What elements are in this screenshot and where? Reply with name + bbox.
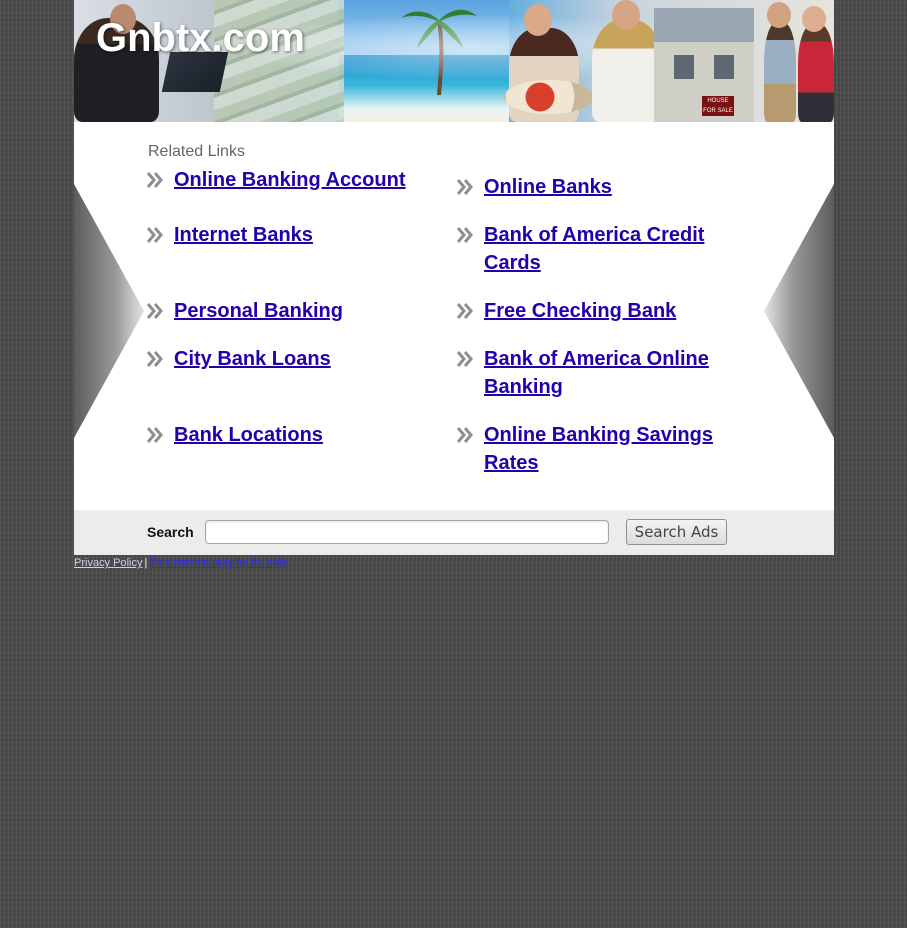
banner-house-window bbox=[714, 55, 734, 79]
banner-person-couple bbox=[764, 22, 796, 122]
double-chevron-right-icon bbox=[146, 427, 163, 443]
banner-person-couple bbox=[798, 24, 834, 122]
double-chevron-right-icon bbox=[456, 303, 473, 319]
footer: Privacy Policy | This domain may be for sa… bbox=[74, 556, 834, 570]
related-link[interactable]: Bank of America Online Banking bbox=[484, 345, 720, 401]
banner-person-face bbox=[524, 4, 552, 36]
related-link[interactable]: Personal Banking bbox=[174, 297, 410, 325]
related-link[interactable]: Online Banks bbox=[484, 173, 720, 201]
banner-house-window bbox=[674, 55, 694, 79]
side-arrow-decor-left bbox=[74, 184, 144, 438]
related-link[interactable]: Bank of America Credit Cards bbox=[484, 221, 720, 277]
privacy-policy-link[interactable]: Privacy Policy bbox=[74, 557, 142, 569]
double-chevron-right-icon bbox=[456, 427, 473, 443]
page-wrapper: HOUSE FOR SALE Gnbtx.com Related Links O… bbox=[74, 0, 834, 570]
double-chevron-right-icon bbox=[456, 227, 473, 243]
double-chevron-right-icon bbox=[146, 351, 163, 367]
double-chevron-right-icon bbox=[456, 351, 473, 367]
related-links-heading: Related Links bbox=[148, 143, 245, 160]
for-sale-sign: HOUSE FOR SALE bbox=[702, 96, 734, 116]
side-arrow-decor-right bbox=[764, 184, 834, 438]
header-banner: HOUSE FOR SALE Gnbtx.com bbox=[74, 0, 834, 122]
search-ads-button[interactable]: Search Ads bbox=[626, 519, 727, 545]
double-chevron-right-icon bbox=[146, 227, 163, 243]
banner-person-dining bbox=[592, 20, 662, 122]
related-links-panel: Related Links Online Banking Account Onl… bbox=[74, 122, 834, 510]
related-link[interactable]: Internet Banks bbox=[174, 221, 410, 249]
related-link[interactable]: Free Checking Bank bbox=[484, 297, 720, 325]
banner-person-face bbox=[802, 6, 826, 32]
related-link[interactable]: Online Banking Account bbox=[174, 166, 410, 194]
related-link[interactable]: Bank Locations bbox=[174, 421, 410, 449]
search-label: Search bbox=[147, 524, 194, 540]
site-title: Gnbtx.com bbox=[96, 16, 305, 60]
double-chevron-right-icon bbox=[146, 303, 163, 319]
related-link[interactable]: City Bank Loans bbox=[174, 345, 410, 373]
banner-food-plate bbox=[504, 80, 594, 114]
search-input[interactable] bbox=[205, 520, 609, 544]
search-bar: Search Search Ads bbox=[74, 510, 834, 555]
double-chevron-right-icon bbox=[456, 179, 473, 195]
banner-person-face bbox=[767, 2, 791, 28]
domain-for-sale-link[interactable]: This domain may be for sale bbox=[149, 557, 287, 569]
related-link[interactable]: Online Banking Savings Rates bbox=[484, 421, 720, 477]
double-chevron-right-icon bbox=[146, 172, 163, 188]
banner-person-face bbox=[612, 0, 640, 30]
